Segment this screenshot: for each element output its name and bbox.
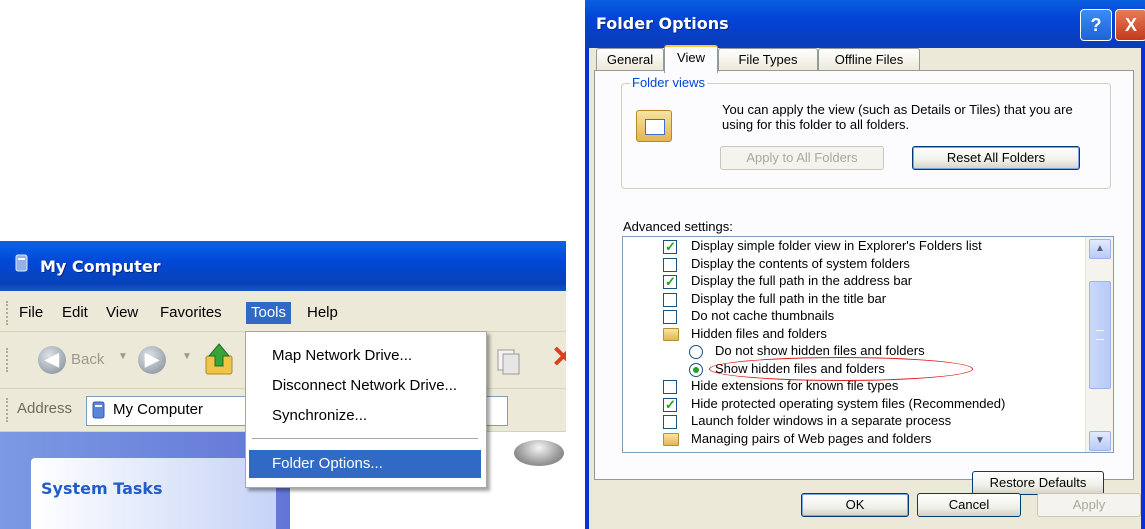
menu-item-disconnect-network-drive[interactable]: Disconnect Network Drive... <box>249 372 481 400</box>
checkbox[interactable]: ✓ <box>663 239 677 254</box>
reset-all-folders-button[interactable]: Reset All Folders <box>912 146 1080 170</box>
title-bar[interactable]: My Computer <box>0 241 566 291</box>
folder-options-dialog: Folder Options ? X General View File Typ… <box>585 0 1145 529</box>
back-arrow-icon: ◀ <box>45 349 59 369</box>
checkbox[interactable]: ✓ <box>663 396 677 412</box>
folder-views-description: You can apply the view (such as Details … <box>722 102 1073 132</box>
setting-label: Display the contents of system folders <box>691 255 910 271</box>
window-title: My Computer <box>40 257 161 276</box>
setting-group-label: Managing pairs of Web pages and folders <box>691 430 932 446</box>
radio-button[interactable] <box>689 362 703 377</box>
scrollbar-thumb[interactable] <box>1089 281 1111 389</box>
menu-item-map-network-drive[interactable]: Map Network Drive... <box>249 342 481 370</box>
setting-label: Display the full path in the title bar <box>691 290 887 306</box>
forward-arrow-icon: ▶ <box>145 349 159 369</box>
scroll-up-icon[interactable]: ▲ <box>1089 239 1111 259</box>
setting-row[interactable]: Launch folder windows in a separate proc… <box>623 412 1085 430</box>
dialog-body: General View File Types Offline Files Fo… <box>589 45 1141 529</box>
computer-icon <box>92 401 105 419</box>
setting-group-row: Managing pairs of Web pages and folders <box>623 430 1085 448</box>
folder-icon <box>663 327 679 341</box>
menu-separator <box>252 438 478 439</box>
radio-dot-icon <box>693 366 699 373</box>
annotation-highlight-oval <box>709 357 973 381</box>
system-tasks-header[interactable]: System Tasks ▲ <box>31 458 276 529</box>
setting-row[interactable]: Display the full path in the title bar <box>623 290 1085 308</box>
tab-file-types[interactable]: File Types <box>718 48 818 71</box>
forward-button[interactable]: ▶ <box>138 346 166 374</box>
setting-row[interactable]: Do not cache thumbnails <box>623 307 1085 325</box>
menu-favorites[interactable]: Favorites <box>155 302 227 324</box>
advanced-settings-label: Advanced settings: <box>623 219 733 234</box>
title-bar[interactable]: Folder Options ? X <box>585 0 1145 48</box>
menu-tools[interactable]: Tools <box>246 302 292 324</box>
up-folder-icon[interactable] <box>202 342 236 378</box>
setting-label: Do not cache thumbnails <box>691 308 835 323</box>
toolbar-grip[interactable] <box>6 348 11 372</box>
setting-group-row: Hidden files and folders <box>623 325 1085 343</box>
setting-group-label: Hidden files and folders <box>691 325 827 341</box>
grip-icon <box>1096 330 1104 340</box>
checkmark-icon: ✓ <box>665 396 676 412</box>
copy-to-icon[interactable] <box>494 346 522 376</box>
checkbox[interactable] <box>663 310 677 324</box>
radio-button[interactable] <box>689 345 703 359</box>
folder-icon <box>663 432 679 446</box>
checkbox[interactable]: ✓ <box>663 274 677 289</box>
back-button[interactable]: ◀ <box>38 346 66 374</box>
setting-row[interactable]: Display the contents of system folders <box>623 255 1085 273</box>
menu-item-synchronize[interactable]: Synchronize... <box>249 402 481 430</box>
folder-views-legend: Folder views <box>630 75 707 90</box>
setting-row[interactable]: ✓ Display the full path in the address b… <box>623 272 1085 290</box>
computer-icon <box>15 254 28 272</box>
apply-to-all-folders-button[interactable]: Apply to All Folders <box>720 146 884 170</box>
checkbox[interactable] <box>663 292 677 307</box>
menu-bar: File Edit View Favorites Tools Help <box>0 291 566 332</box>
tab-offline-files[interactable]: Offline Files <box>818 48 920 71</box>
advanced-settings-list: ✓ Display simple folder view in Explorer… <box>622 236 1114 453</box>
back-dropdown-icon[interactable]: ▼ <box>118 351 128 362</box>
tools-dropdown-menu: Map Network Drive... Disconnect Network … <box>245 331 487 488</box>
checkmark-icon: ✓ <box>665 239 676 254</box>
menu-item-folder-options[interactable]: Folder Options... <box>249 450 481 478</box>
view-tab-panel: Folder views You can apply the view (suc… <box>594 70 1134 495</box>
setting-row[interactable]: ✓ Hide protected operating system files … <box>623 395 1085 413</box>
setting-label: Display simple folder view in Explorer's… <box>691 238 982 253</box>
setting-label: Launch folder windows in a separate proc… <box>691 413 952 428</box>
folder-views-group: Folder views You can apply the view (suc… <box>621 75 1111 189</box>
setting-row[interactable]: ✓ Display simple folder view in Explorer… <box>623 237 1085 255</box>
drive-icon[interactable] <box>514 440 564 466</box>
back-label: Back <box>71 351 105 368</box>
tab-general[interactable]: General <box>596 48 664 71</box>
delete-icon[interactable]: ✕ <box>551 340 566 375</box>
menu-edit[interactable]: Edit <box>57 302 93 324</box>
checkbox[interactable] <box>663 415 677 429</box>
tab-view[interactable]: View <box>664 45 718 73</box>
setting-label: Display the full path in the address bar <box>691 273 913 288</box>
menu-view[interactable]: View <box>101 302 143 324</box>
vertical-scrollbar[interactable]: ▲ ▼ <box>1085 237 1113 452</box>
cancel-button[interactable]: Cancel <box>917 493 1021 517</box>
apply-button[interactable]: Apply <box>1037 493 1141 517</box>
close-button[interactable]: X <box>1115 9 1145 41</box>
folder-view-icon <box>636 110 672 142</box>
forward-dropdown-icon[interactable]: ▼ <box>182 351 192 362</box>
help-button[interactable]: ? <box>1080 9 1112 41</box>
checkmark-icon: ✓ <box>665 274 676 289</box>
ok-button[interactable]: OK <box>801 493 909 517</box>
address-value: My Computer <box>113 401 204 418</box>
checkbox[interactable] <box>663 380 677 394</box>
system-tasks-label: System Tasks <box>41 479 163 498</box>
scroll-down-icon[interactable]: ▼ <box>1089 431 1111 451</box>
toolbar-grip[interactable] <box>6 301 11 325</box>
restore-defaults-button[interactable]: Restore Defaults <box>972 471 1104 495</box>
setting-label: Hide protected operating system files (R… <box>691 395 1006 411</box>
menu-file[interactable]: File <box>14 302 48 324</box>
toolbar-grip[interactable] <box>6 398 11 422</box>
menu-help[interactable]: Help <box>302 302 343 324</box>
checkbox[interactable] <box>663 257 677 272</box>
dialog-title: Folder Options <box>596 14 729 33</box>
address-label: Address <box>17 400 73 417</box>
